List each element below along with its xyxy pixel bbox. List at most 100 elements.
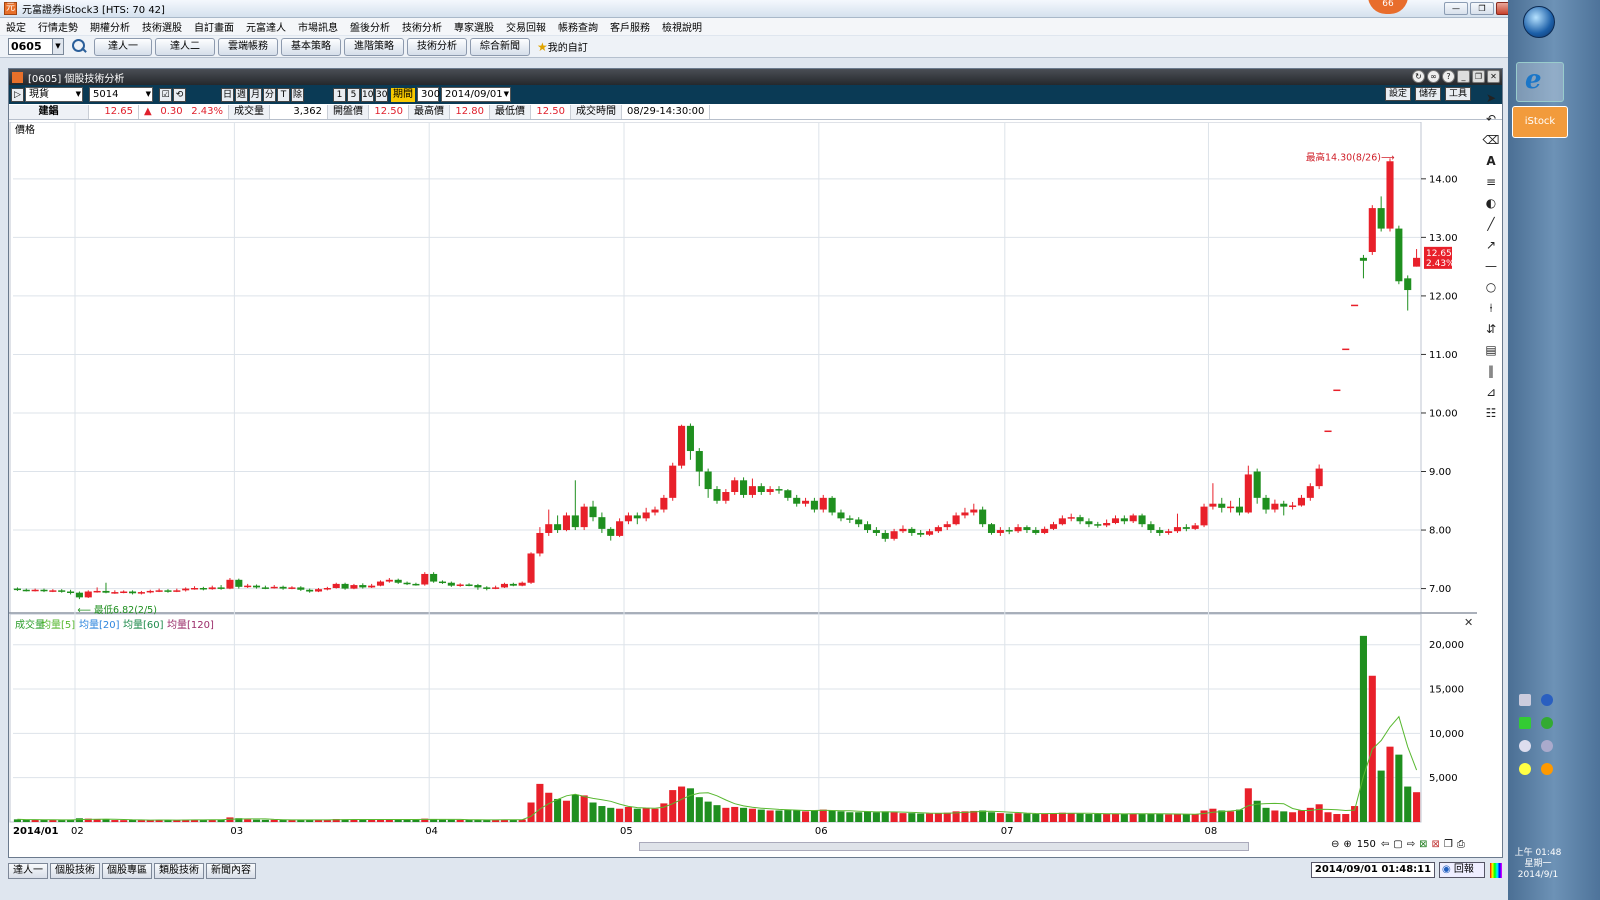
volume-bar[interactable] bbox=[607, 807, 615, 822]
volume-bar[interactable] bbox=[1129, 813, 1137, 822]
volume-bar[interactable] bbox=[1359, 635, 1367, 822]
volume-bar[interactable] bbox=[447, 819, 455, 822]
candle[interactable] bbox=[934, 527, 942, 532]
candle[interactable] bbox=[642, 512, 650, 519]
candle[interactable] bbox=[1227, 506, 1235, 509]
refresh-icon[interactable]: ↻ bbox=[1412, 70, 1425, 83]
palette-icon[interactable]: ◐ bbox=[1480, 193, 1502, 214]
search-icon[interactable] bbox=[70, 38, 88, 56]
volume-bar[interactable] bbox=[1280, 811, 1288, 822]
tray-keyboard-icon[interactable] bbox=[1519, 694, 1531, 706]
volume-bar[interactable] bbox=[669, 790, 677, 822]
volume-bar[interactable] bbox=[943, 812, 951, 822]
my-custom-button[interactable]: ★ 我的自訂 bbox=[537, 39, 588, 55]
volume-bar[interactable] bbox=[616, 808, 624, 822]
copy-icon[interactable]: ❐ bbox=[1442, 839, 1455, 850]
candle[interactable] bbox=[536, 532, 544, 554]
menu-item[interactable]: 專家選股 bbox=[454, 19, 494, 34]
volume-bar[interactable] bbox=[784, 809, 792, 822]
volume-bar[interactable] bbox=[465, 819, 473, 822]
volume-bar[interactable] bbox=[1200, 810, 1208, 822]
print-icon[interactable]: ⎙ bbox=[1455, 839, 1467, 850]
volume-bar[interactable] bbox=[651, 808, 659, 822]
candle[interactable] bbox=[1404, 278, 1412, 291]
menu-item[interactable]: 設定 bbox=[6, 19, 26, 34]
volume-bar[interactable] bbox=[1209, 808, 1217, 822]
candle[interactable] bbox=[793, 497, 801, 504]
volume-bar[interactable] bbox=[571, 794, 579, 822]
volume-bar[interactable] bbox=[22, 819, 30, 822]
candle[interactable] bbox=[1351, 304, 1359, 307]
volume-bar[interactable] bbox=[1386, 746, 1394, 822]
volume-bar[interactable] bbox=[766, 810, 774, 822]
period-button[interactable]: 週 bbox=[235, 87, 248, 102]
candle[interactable] bbox=[173, 590, 181, 592]
candle[interactable] bbox=[129, 591, 137, 594]
volume-bar[interactable] bbox=[740, 807, 748, 822]
menu-item[interactable]: 檢視說明 bbox=[662, 19, 702, 34]
candle[interactable] bbox=[1156, 530, 1164, 533]
volume-bar[interactable] bbox=[1058, 812, 1066, 822]
volume-bar[interactable] bbox=[846, 812, 854, 822]
volume-bar[interactable] bbox=[1227, 811, 1235, 822]
candle[interactable] bbox=[571, 515, 579, 528]
candle[interactable] bbox=[1067, 517, 1075, 519]
candle[interactable] bbox=[846, 518, 854, 520]
candle[interactable] bbox=[1413, 257, 1421, 267]
tray-app-icon[interactable] bbox=[1540, 763, 1553, 775]
stock-select[interactable]: 5014 ▼ bbox=[89, 87, 153, 102]
menu-item[interactable]: 客戶服務 bbox=[610, 19, 650, 34]
volume-bar[interactable] bbox=[93, 819, 101, 822]
candle[interactable] bbox=[881, 532, 889, 539]
period-button[interactable]: 日 bbox=[221, 87, 234, 102]
period-button[interactable]: 除 bbox=[291, 87, 304, 102]
inner-minimize-button[interactable]: _ bbox=[1457, 70, 1470, 83]
candle[interactable] bbox=[908, 528, 916, 533]
candle[interactable] bbox=[713, 489, 721, 501]
candle[interactable] bbox=[492, 587, 500, 589]
tray-shield-icon[interactable] bbox=[1540, 717, 1553, 729]
volume-bar[interactable] bbox=[802, 811, 810, 822]
candle[interactable] bbox=[1359, 257, 1367, 261]
candle[interactable] bbox=[1058, 518, 1066, 525]
candle[interactable] bbox=[1085, 521, 1093, 525]
volume-bar[interactable] bbox=[996, 813, 1004, 822]
volume-bar[interactable] bbox=[1041, 813, 1049, 822]
candle[interactable] bbox=[1191, 525, 1199, 529]
candle[interactable] bbox=[412, 583, 420, 586]
volume-bar[interactable] bbox=[1067, 813, 1075, 822]
candle[interactable] bbox=[678, 425, 686, 466]
volume-bar[interactable] bbox=[863, 811, 872, 822]
volume-bar[interactable] bbox=[359, 819, 367, 822]
candle[interactable] bbox=[270, 586, 278, 589]
volume-bar[interactable] bbox=[1333, 814, 1341, 822]
candle[interactable] bbox=[1368, 208, 1376, 252]
pointer-icon[interactable]: ➤ bbox=[1480, 88, 1502, 109]
line-tool-icon[interactable]: ╱ bbox=[1480, 214, 1502, 235]
candle[interactable] bbox=[235, 579, 243, 587]
taskbar-clock[interactable]: 上午 01:48 星期一 2014/9/1 bbox=[1508, 848, 1568, 881]
candle[interactable] bbox=[190, 588, 199, 590]
volume-bar[interactable] bbox=[1297, 810, 1305, 822]
candle[interactable] bbox=[607, 528, 615, 536]
candle[interactable] bbox=[1129, 515, 1137, 522]
volume-bar[interactable] bbox=[748, 808, 756, 822]
volume-bar[interactable] bbox=[1271, 810, 1279, 822]
minute-button[interactable]: 5 bbox=[347, 87, 360, 102]
period-input[interactable]: 300 bbox=[417, 87, 440, 102]
volume-bar[interactable] bbox=[1138, 814, 1146, 822]
fib-tool-icon[interactable]: ⇵ bbox=[1480, 319, 1502, 340]
volume-bar[interactable] bbox=[1289, 812, 1297, 822]
candle[interactable] bbox=[465, 584, 473, 586]
toolbar-button[interactable]: 基本策略 bbox=[281, 37, 341, 56]
candle[interactable] bbox=[1218, 503, 1226, 508]
candle[interactable] bbox=[1049, 524, 1058, 529]
candle[interactable] bbox=[917, 532, 925, 535]
candle[interactable] bbox=[199, 588, 207, 590]
candle[interactable] bbox=[580, 506, 588, 528]
zoom-in-icon[interactable]: ⊕ bbox=[1341, 839, 1353, 850]
candle[interactable] bbox=[970, 509, 978, 513]
volume-bar[interactable] bbox=[403, 819, 411, 822]
volume-bar[interactable] bbox=[908, 813, 916, 822]
candle[interactable] bbox=[67, 591, 75, 594]
